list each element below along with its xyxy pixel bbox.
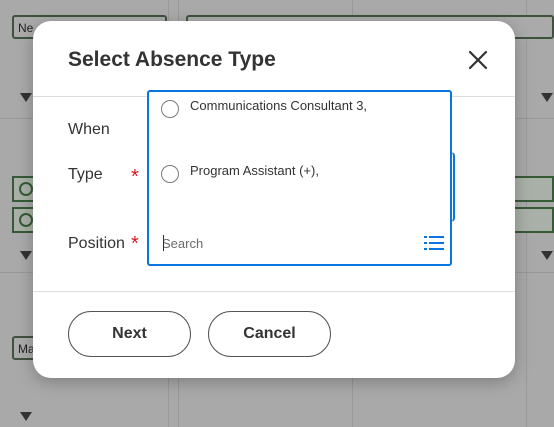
option-label: Communications Consultant 3, — [190, 98, 368, 113]
caret-down-icon — [541, 251, 553, 260]
caret-down-icon — [20, 412, 32, 421]
option-label: Program Assistant (+), — [190, 163, 319, 178]
list-icon[interactable] — [424, 235, 444, 251]
caret-down-icon — [20, 251, 32, 260]
caret-down-icon — [541, 93, 553, 102]
text-cursor — [163, 235, 164, 251]
check-circle-icon — [19, 182, 33, 196]
caret-down-icon — [20, 93, 32, 102]
check-circle-icon — [19, 213, 33, 227]
search-input[interactable] — [162, 233, 382, 253]
next-button[interactable]: Next — [68, 311, 191, 357]
position-dropdown-list: Communications Consultant 3, Program Ass… — [147, 90, 452, 266]
footer-divider — [33, 291, 515, 292]
option-communications-consultant[interactable]: Communications Consultant 3, — [161, 93, 441, 123]
required-marker: * — [131, 166, 139, 188]
dialog-title: Select Absence Type — [68, 48, 276, 71]
when-label: When — [68, 121, 110, 138]
radio-button[interactable] — [161, 100, 179, 118]
type-label: Type — [68, 166, 103, 183]
close-button[interactable] — [465, 47, 491, 73]
required-marker: * — [131, 233, 139, 255]
position-label: Position — [68, 235, 125, 252]
close-icon — [468, 50, 488, 70]
radio-button[interactable] — [161, 165, 179, 183]
option-program-assistant[interactable]: Program Assistant (+), — [161, 158, 441, 188]
cancel-button[interactable]: Cancel — [208, 311, 331, 357]
